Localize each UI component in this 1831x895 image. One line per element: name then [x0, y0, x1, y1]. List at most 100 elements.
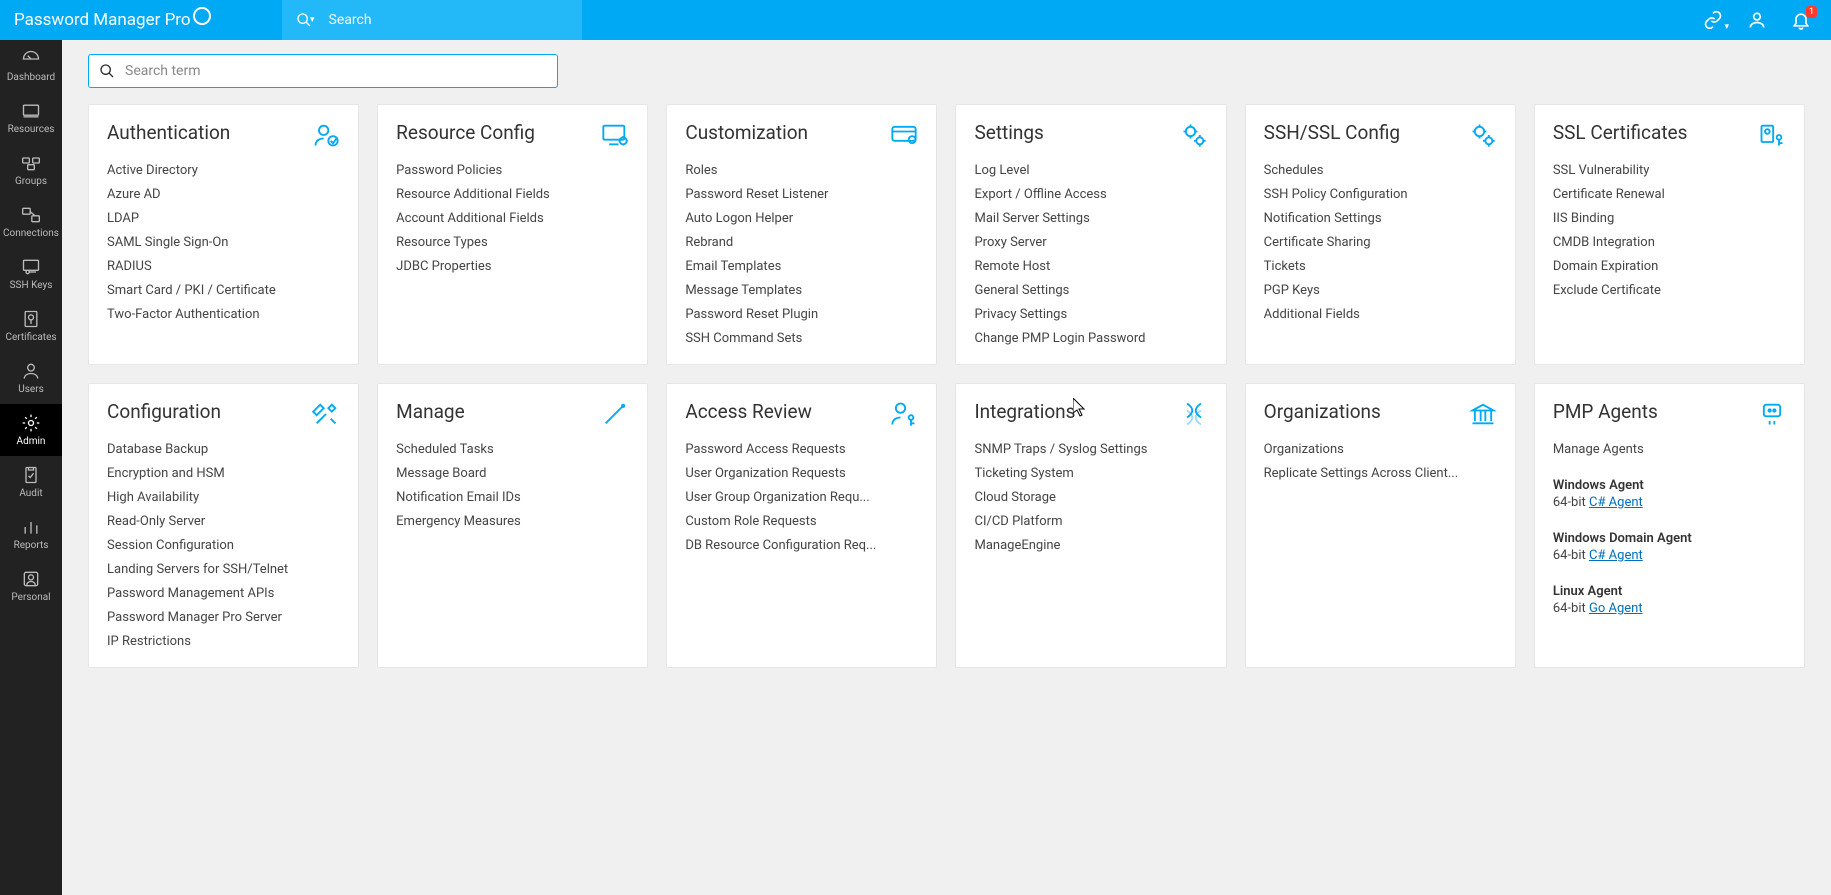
card-link[interactable]: Additional Fields: [1264, 307, 1497, 322]
admin-filter-input[interactable]: [125, 63, 547, 79]
search-dropdown-caret-icon[interactable]: ▾: [310, 15, 315, 25]
card-link[interactable]: Active Directory: [107, 163, 340, 178]
top-icon-tray: ▾ 1: [1703, 10, 1831, 30]
card-link[interactable]: CMDB Integration: [1553, 235, 1786, 250]
resources-icon: [21, 101, 41, 121]
card-ssl-certificates: SSL CertificatesSSL VulnerabilityCertifi…: [1534, 104, 1805, 365]
card-link[interactable]: Landing Servers for SSH/Telnet: [107, 562, 340, 577]
card-link[interactable]: Tickets: [1264, 259, 1497, 274]
sidebar-item-groups[interactable]: Groups: [0, 144, 62, 196]
link-icon[interactable]: ▾: [1703, 10, 1723, 30]
card-link[interactable]: Notification Settings: [1264, 211, 1497, 226]
card-link[interactable]: Resource Additional Fields: [396, 187, 629, 202]
card-link[interactable]: Azure AD: [107, 187, 340, 202]
agent-download-link[interactable]: C# Agent: [1589, 548, 1643, 563]
sidebar-item-certificates[interactable]: Certificates: [0, 300, 62, 352]
card-link[interactable]: Rebrand: [685, 235, 918, 250]
groups-icon: [21, 153, 41, 173]
card-link[interactable]: Encryption and HSM: [107, 466, 340, 481]
card-link[interactable]: LDAP: [107, 211, 340, 226]
card-link[interactable]: SSH Policy Configuration: [1264, 187, 1497, 202]
sidebar-item-admin[interactable]: Admin: [0, 404, 62, 456]
sidebar-item-users[interactable]: Users: [0, 352, 62, 404]
card-link[interactable]: Organizations: [1264, 442, 1497, 457]
card-link[interactable]: SNMP Traps / Syslog Settings: [974, 442, 1207, 457]
card-title: Integrations: [974, 400, 1075, 423]
card-link[interactable]: Change PMP Login Password: [974, 331, 1207, 346]
card-link[interactable]: SSH Command Sets: [685, 331, 918, 346]
card-link[interactable]: Mail Server Settings: [974, 211, 1207, 226]
card-link[interactable]: Emergency Measures: [396, 514, 629, 529]
sidebar-item-personal[interactable]: Personal: [0, 560, 62, 612]
card-link[interactable]: Log Level: [974, 163, 1207, 178]
card-link[interactable]: Proxy Server: [974, 235, 1207, 250]
card-link[interactable]: Email Templates: [685, 259, 918, 274]
global-search[interactable]: ▾: [282, 0, 582, 40]
card-link[interactable]: Password Reset Listener: [685, 187, 918, 202]
card-link[interactable]: Password Access Requests: [685, 442, 918, 457]
sidebar-item-audit[interactable]: Audit: [0, 456, 62, 508]
card-link[interactable]: SSL Vulnerability: [1553, 163, 1786, 178]
card-link[interactable]: Replicate Settings Across Client...: [1264, 466, 1497, 481]
users-icon: [21, 361, 41, 381]
card-link[interactable]: Two-Factor Authentication: [107, 307, 340, 322]
agent-download-link[interactable]: Go Agent: [1589, 601, 1643, 616]
card-link[interactable]: General Settings: [974, 283, 1207, 298]
card-link[interactable]: Privacy Settings: [974, 307, 1207, 322]
card-title: Configuration: [107, 400, 221, 423]
card-link[interactable]: Read-Only Server: [107, 514, 340, 529]
card-link[interactable]: DB Resource Configuration Req...: [685, 538, 918, 553]
card-link[interactable]: Remote Host: [974, 259, 1207, 274]
card-link[interactable]: Resource Types: [396, 235, 629, 250]
card-link[interactable]: SAML Single Sign-On: [107, 235, 340, 250]
card-link[interactable]: Scheduled Tasks: [396, 442, 629, 457]
user-icon[interactable]: [1747, 10, 1767, 30]
card-title: PMP Agents: [1553, 400, 1658, 423]
sidebar-item-reports[interactable]: Reports: [0, 508, 62, 560]
card-link[interactable]: Certificate Renewal: [1553, 187, 1786, 202]
agent-heading: Linux Agent: [1553, 584, 1786, 599]
card-link[interactable]: Cloud Storage: [974, 490, 1207, 505]
card-link[interactable]: PGP Keys: [1264, 283, 1497, 298]
card-link[interactable]: ManageEngine: [974, 538, 1207, 553]
card-link[interactable]: Password Reset Plugin: [685, 307, 918, 322]
card-ssh-ssl-config: SSH/SSL ConfigSchedulesSSH Policy Config…: [1245, 104, 1516, 365]
card-link[interactable]: IIS Binding: [1553, 211, 1786, 226]
card-link[interactable]: Password Manager Pro Server: [107, 610, 340, 625]
sidebar-item-ssh-keys[interactable]: SSH Keys: [0, 248, 62, 300]
card-link[interactable]: Custom Role Requests: [685, 514, 918, 529]
card-link[interactable]: Export / Offline Access: [974, 187, 1207, 202]
card-link[interactable]: Ticketing System: [974, 466, 1207, 481]
sidebar-item-dashboard[interactable]: Dashboard: [0, 40, 62, 92]
agent-download-link[interactable]: C# Agent: [1589, 495, 1643, 510]
card-link[interactable]: High Availability: [107, 490, 340, 505]
card-link[interactable]: Exclude Certificate: [1553, 283, 1786, 298]
card-link[interactable]: RADIUS: [107, 259, 340, 274]
dna-icon: [1180, 400, 1208, 432]
card-link[interactable]: Password Management APIs: [107, 586, 340, 601]
card-link[interactable]: Session Configuration: [107, 538, 340, 553]
card-link[interactable]: User Group Organization Requ...: [685, 490, 918, 505]
notifications-icon[interactable]: 1: [1791, 10, 1811, 30]
card-link[interactable]: Auto Logon Helper: [685, 211, 918, 226]
card-link[interactable]: Smart Card / PKI / Certificate: [107, 283, 340, 298]
card-link[interactable]: Domain Expiration: [1553, 259, 1786, 274]
card-link[interactable]: User Organization Requests: [685, 466, 918, 481]
card-link[interactable]: Roles: [685, 163, 918, 178]
card-link[interactable]: Message Templates: [685, 283, 918, 298]
global-search-input[interactable]: [329, 12, 529, 28]
card-link[interactable]: IP Restrictions: [107, 634, 340, 649]
sidebar-item-resources[interactable]: Resources: [0, 92, 62, 144]
admin-filter[interactable]: [88, 54, 558, 88]
card-link[interactable]: Database Backup: [107, 442, 340, 457]
card-link[interactable]: JDBC Properties: [396, 259, 629, 274]
card-link[interactable]: CI/CD Platform: [974, 514, 1207, 529]
card-link[interactable]: Notification Email IDs: [396, 490, 629, 505]
card-link[interactable]: Account Additional Fields: [396, 211, 629, 226]
card-link[interactable]: Certificate Sharing: [1264, 235, 1497, 250]
card-link[interactable]: Password Policies: [396, 163, 629, 178]
card-link[interactable]: Message Board: [396, 466, 629, 481]
sidebar-item-connections[interactable]: Connections: [0, 196, 62, 248]
card-link[interactable]: Schedules: [1264, 163, 1497, 178]
card-link[interactable]: Manage Agents: [1553, 442, 1786, 457]
